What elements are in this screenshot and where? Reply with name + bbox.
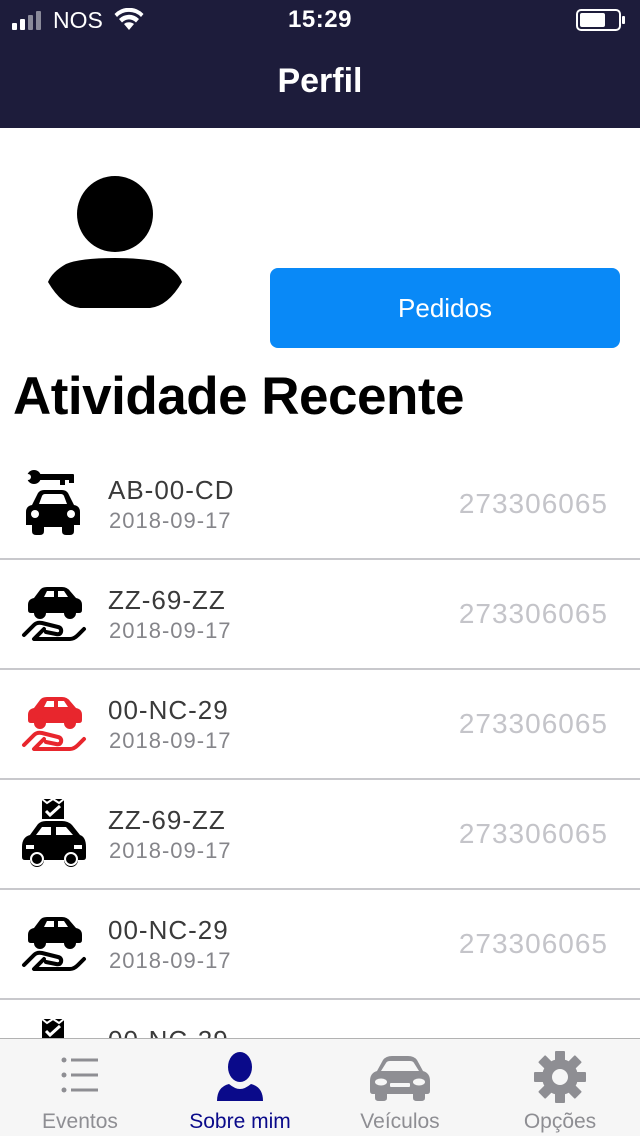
tab-label: Veículos	[360, 1110, 440, 1133]
activity-date: 2018-09-17	[109, 948, 232, 973]
plate-number: 00-NC-29	[108, 915, 229, 945]
car-key-icon	[25, 470, 80, 535]
activity-date: 2018-09-17	[109, 618, 232, 643]
list-item[interactable]: 00-NC-29 2018-09-17 273306065	[0, 1000, 640, 1038]
plate-number: 00-NC-29	[108, 695, 229, 725]
battery-icon	[576, 9, 625, 31]
activity-date: 2018-09-17	[109, 838, 232, 863]
gear-icon	[534, 1051, 586, 1103]
tab-veiculos[interactable]: Veículos	[320, 1039, 480, 1136]
tab-label: Eventos	[42, 1110, 118, 1133]
plate-number: ZZ-69-ZZ	[108, 805, 226, 835]
list-icon	[61, 1057, 98, 1093]
recent-activity-heading: Atividade Recente	[13, 367, 464, 426]
orders-button[interactable]: Pedidos	[270, 268, 620, 348]
car-checklist-icon	[41, 1017, 65, 1038]
plate-number: 00-NC-29	[108, 1025, 229, 1038]
tab-sobre-mim[interactable]: Sobre mim	[160, 1039, 320, 1136]
clock: 15:29	[288, 6, 352, 33]
car-handover-icon	[22, 587, 86, 641]
car-checklist-icon	[22, 797, 86, 867]
list-item[interactable]: AB-00-CD 2018-09-17 273306065	[0, 450, 640, 560]
list-item[interactable]: ZZ-69-ZZ 2018-09-17 273306065	[0, 780, 640, 890]
activity-id: 273306065	[458, 488, 608, 519]
activity-list[interactable]: AB-00-CD 2018-09-17 273306065 ZZ-69-ZZ 2…	[0, 450, 640, 1038]
activity-id: 273306065	[458, 708, 608, 739]
status-bar: NOS 15:29	[0, 0, 640, 40]
car-icon	[370, 1056, 430, 1101]
car-handover-icon	[22, 697, 86, 751]
tab-opcoes[interactable]: Opções	[480, 1039, 640, 1136]
tab-label: Opções	[523, 1110, 597, 1133]
activity-id: 273306065	[458, 598, 608, 629]
navigation-bar: Perfil	[0, 40, 640, 128]
plate-number: AB-00-CD	[108, 475, 235, 505]
tab-label: Sobre mim	[189, 1110, 291, 1133]
plate-number: ZZ-69-ZZ	[108, 585, 226, 615]
list-item[interactable]: 00-NC-29 2018-09-17 273306065	[0, 890, 640, 1000]
tab-bar: Eventos Sobre mim Veículos Opções	[0, 1038, 640, 1136]
page-title: Perfil	[277, 62, 363, 100]
activity-id: 273306065	[458, 818, 608, 849]
car-handover-icon	[22, 917, 86, 971]
tab-eventos[interactable]: Eventos	[0, 1039, 160, 1136]
user-silhouette-icon[interactable]	[40, 168, 190, 316]
person-icon	[217, 1052, 263, 1101]
list-item[interactable]: 00-NC-29 2018-09-17 273306065	[0, 670, 640, 780]
activity-date: 2018-09-17	[109, 508, 232, 533]
list-item[interactable]: ZZ-69-ZZ 2018-09-17 273306065	[0, 560, 640, 670]
activity-id: 273306065	[458, 928, 608, 959]
activity-date: 2018-09-17	[109, 728, 232, 753]
